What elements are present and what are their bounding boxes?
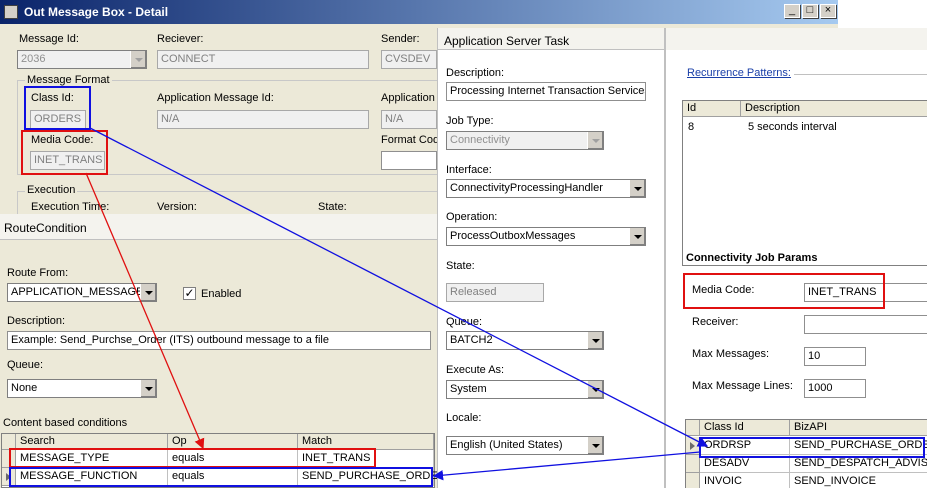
media-code-to-message-type-arrow (85, 172, 205, 450)
connector-arrows (85, 127, 709, 481)
ordrsp-to-message-function-arrow (432, 451, 701, 481)
